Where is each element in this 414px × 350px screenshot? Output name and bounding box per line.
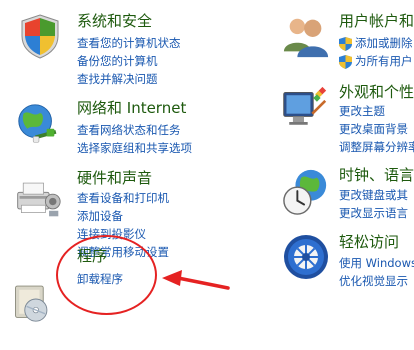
category-title-network-internet[interactable]: 网络和 Internet: [77, 99, 186, 117]
link-homegroup-sharing[interactable]: 选择家庭组和共享选项: [77, 141, 192, 155]
clock-globe-icon[interactable]: [282, 168, 330, 216]
highlight-ellipse: [56, 235, 157, 315]
users-icon[interactable]: [282, 12, 330, 60]
category-title-clock-language[interactable]: 时钟、语言: [339, 166, 414, 184]
link-devices-printers[interactable]: 查看设备和打印机: [77, 191, 169, 205]
link-all-users[interactable]: 为所有用户: [355, 54, 413, 68]
link-windows-suggested-settings[interactable]: 使用 Windows: [339, 256, 414, 270]
link-view-network-status[interactable]: 查看网络状态和任务: [77, 123, 181, 137]
link-view-computer-status[interactable]: 查看您的计算机状态: [77, 36, 181, 50]
annotation-arrow-icon: [162, 270, 230, 290]
link-find-fix-problems[interactable]: 查找并解决问题: [77, 72, 158, 86]
printer-icon[interactable]: [14, 172, 62, 220]
ease-of-access-icon[interactable]: [282, 233, 330, 281]
link-display-language[interactable]: 更改显示语言: [339, 206, 408, 220]
link-add-remove-accounts[interactable]: 添加或删除: [355, 36, 413, 50]
programs-icon[interactable]: [10, 275, 58, 323]
link-backup-computer[interactable]: 备份您的计算机: [77, 54, 158, 68]
link-desktop-background[interactable]: 更改桌面背景: [339, 122, 408, 136]
link-screen-resolution[interactable]: 调整屏幕分辨率: [339, 140, 414, 154]
link-add-device[interactable]: 添加设备: [77, 209, 123, 223]
category-title-appearance[interactable]: 外观和个性: [339, 83, 414, 101]
category-title-hardware-sound[interactable]: 硬件和声音: [77, 169, 152, 187]
link-change-theme[interactable]: 更改主题: [339, 104, 385, 118]
category-title-system-security[interactable]: 系统和安全: [77, 12, 152, 30]
shield-icon[interactable]: [16, 12, 64, 60]
link-optimize-visual-display[interactable]: 优化视觉显示: [339, 274, 408, 288]
category-title-user-accounts[interactable]: 用户帐户和: [339, 12, 414, 30]
uac-shield-icon: [339, 55, 352, 69]
network-globe-icon[interactable]: [14, 100, 62, 148]
link-change-keyboard[interactable]: 更改键盘或其: [339, 188, 408, 202]
uac-shield-icon: [339, 37, 352, 51]
monitor-paint-icon[interactable]: [280, 86, 328, 134]
category-title-ease-of-access[interactable]: 轻松访问: [339, 233, 399, 251]
